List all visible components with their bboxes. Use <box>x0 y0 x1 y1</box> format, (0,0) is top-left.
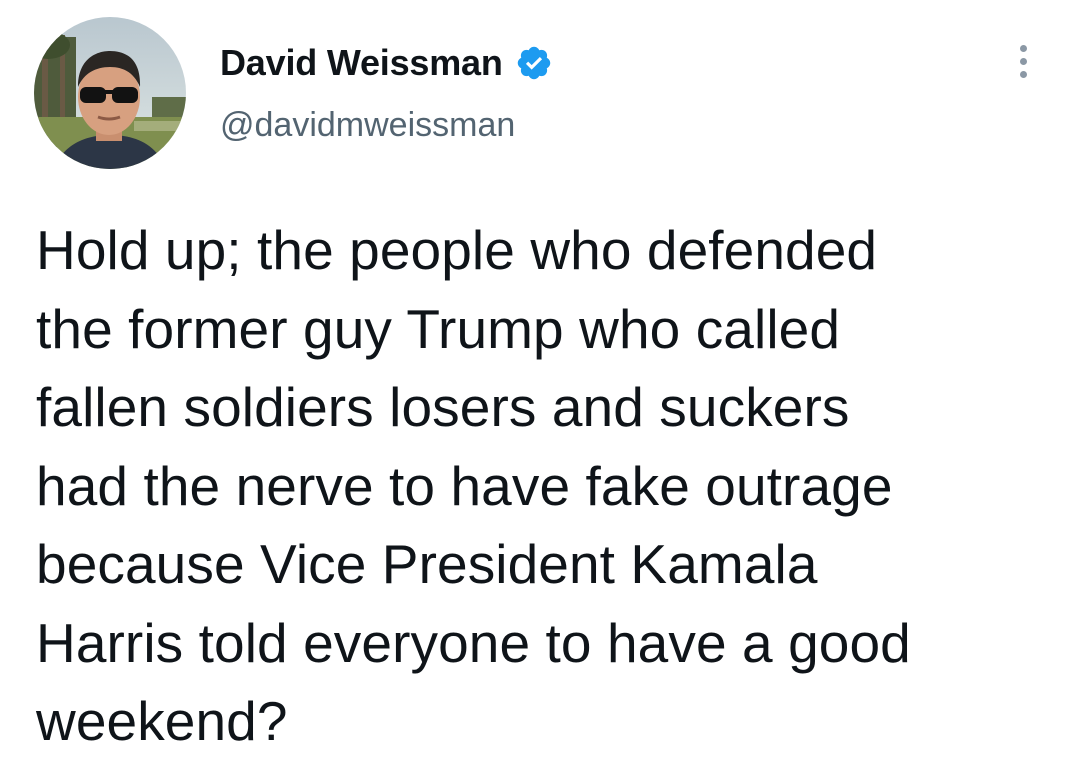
author-name-row: David Weissman <box>220 40 553 86</box>
display-name[interactable]: David Weissman <box>220 42 503 84</box>
more-vertical-icon[interactable] <box>1008 42 1038 84</box>
verified-badge-icon <box>515 44 553 82</box>
avatar[interactable] <box>34 17 186 169</box>
profile-photo-icon <box>34 17 186 169</box>
tweet-card: David Weissman @davidmweissman Hold up; … <box>0 0 1080 776</box>
tweet-text: Hold up; the people who defended the for… <box>36 219 911 752</box>
author-handle[interactable]: @davidmweissman <box>220 106 515 145</box>
